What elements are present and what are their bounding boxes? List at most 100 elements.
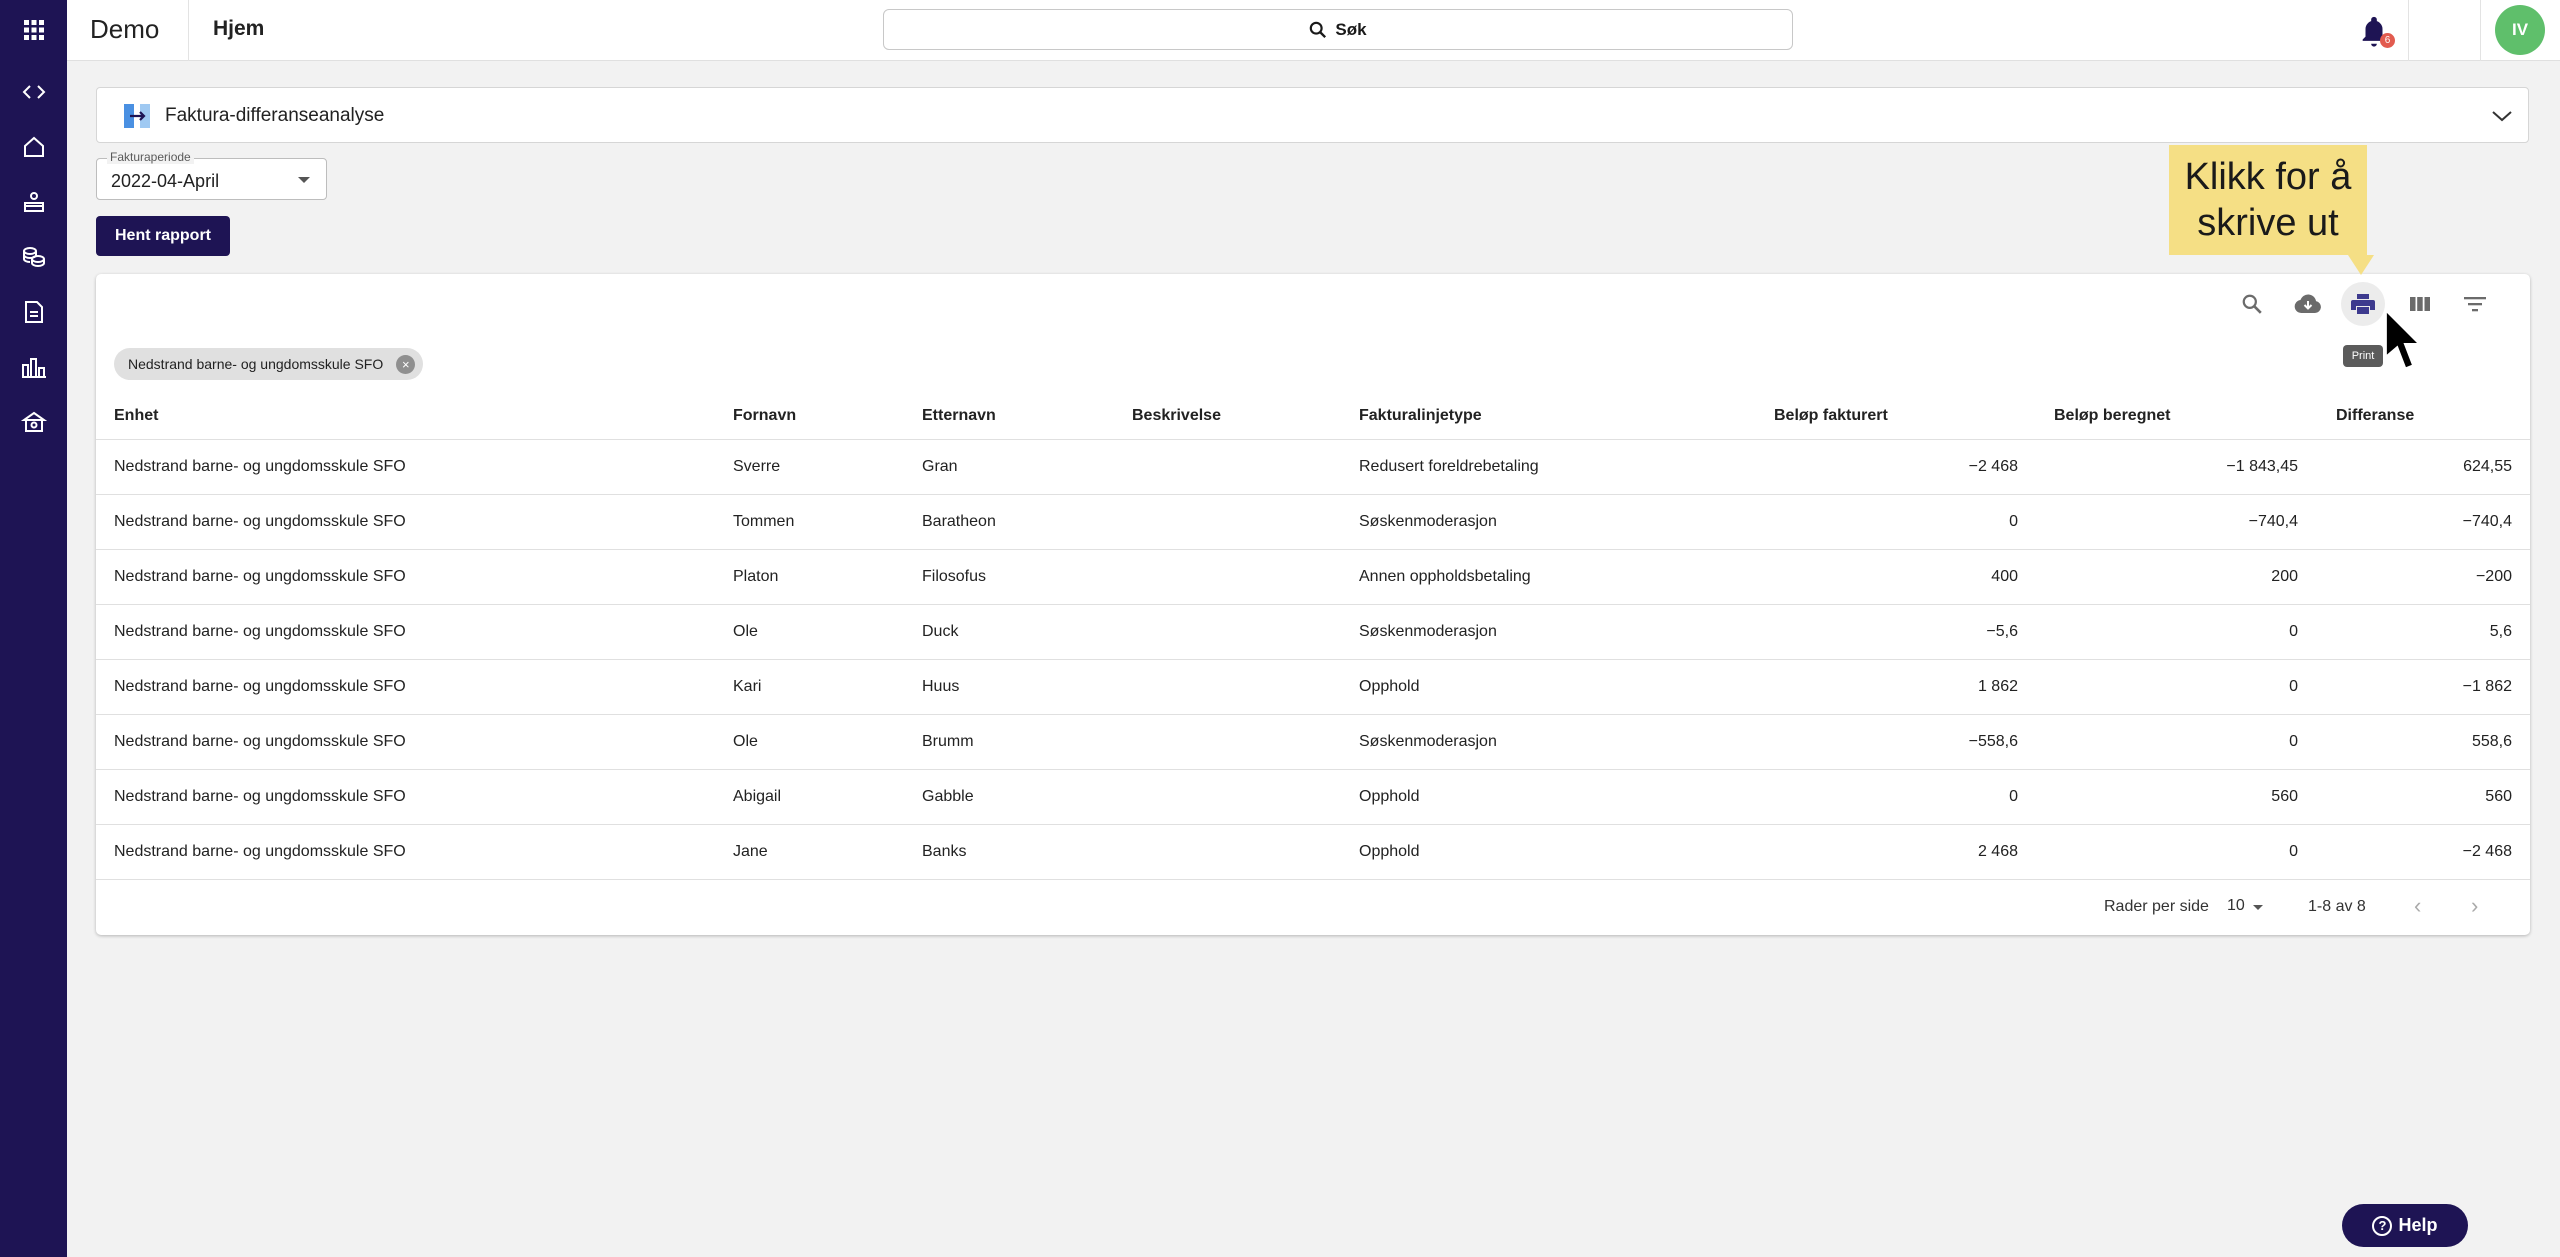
get-report-button[interactable]: Hent rapport (96, 216, 230, 256)
cell-fakturalinjetype: Søskenmoderasjon (1359, 513, 1497, 530)
search-label: Søk (1335, 19, 1367, 39)
cell-belop-fakturert: 0 (2009, 788, 2018, 805)
column-header-enhet[interactable]: Enhet (114, 407, 158, 425)
cell-etternavn: Brumm (922, 733, 974, 750)
cell-enhet: Nedstrand barne- og ungdomsskule SFO (114, 568, 406, 585)
coins-icon[interactable] (0, 232, 67, 282)
table-row[interactable]: Nedstrand barne- og ungdomsskule SFO Abi… (96, 770, 2530, 825)
cell-fakturalinjetype: Annen oppholdsbetaling (1359, 568, 1531, 585)
invoice-diff-icon (124, 104, 150, 128)
column-header-fornavn[interactable]: Fornavn (733, 407, 796, 425)
question-icon: ? (2372, 1215, 2393, 1236)
cell-fakturalinjetype: Opphold (1359, 843, 1420, 860)
cell-differanse: −2 468 (2462, 843, 2512, 860)
prev-page-icon[interactable]: ‹ (2414, 893, 2421, 919)
help-button[interactable]: ? Help (2342, 1204, 2468, 1247)
cell-differanse: −740,4 (2462, 513, 2512, 530)
table-row[interactable]: Nedstrand barne- og ungdomsskule SFO Ole… (96, 715, 2530, 770)
cell-belop-fakturert: 1 862 (1977, 678, 2018, 695)
column-header-etternavn[interactable]: Etternavn (922, 407, 996, 425)
cell-fakturalinjetype: Søskenmoderasjon (1359, 623, 1497, 640)
search-input[interactable]: Søk (883, 9, 1793, 50)
avatar[interactable]: IV (2495, 5, 2545, 55)
report-accordion[interactable]: Faktura-differanseanalyse (96, 87, 2529, 143)
cell-differanse: 5,6 (2489, 623, 2512, 640)
cell-belop-beregnet: −1 843,45 (2226, 458, 2298, 475)
column-header-fakturalinjetype[interactable]: Fakturalinjetype (1359, 407, 1482, 425)
chevron-down-icon[interactable] (2490, 104, 2514, 128)
column-header-differanse[interactable]: Differanse (2336, 407, 2414, 425)
cell-etternavn: Huus (922, 678, 960, 695)
table-row[interactable]: Nedstrand barne- og ungdomsskule SFO Sve… (96, 440, 2530, 495)
filter-icon[interactable] (2453, 282, 2497, 326)
callout-tail (2348, 255, 2374, 275)
mouse-pointer-icon (2384, 308, 2420, 371)
cell-enhet: Nedstrand barne- og ungdomsskule SFO (114, 623, 406, 640)
filter-chip[interactable]: Nedstrand barne- og ungdomsskule SFO × (114, 348, 424, 380)
person-desk-icon[interactable] (0, 177, 67, 227)
table-row[interactable]: Nedstrand barne- og ungdomsskule SFO Kar… (96, 660, 2530, 715)
column-header-belop-beregnet[interactable]: Beløp beregnet (2054, 407, 2170, 425)
cell-etternavn: Baratheon (922, 513, 996, 530)
document-icon[interactable] (0, 287, 67, 337)
cell-fakturalinjetype: Søskenmoderasjon (1359, 733, 1497, 750)
cell-differanse: −200 (2475, 568, 2512, 585)
search-icon (1310, 21, 1327, 38)
cell-enhet: Nedstrand barne- og ungdomsskule SFO (114, 678, 406, 695)
page-title[interactable]: Hjem (213, 17, 264, 41)
left-rail (0, 0, 67, 1257)
top-bar: Demo Hjem Søk (67, 0, 2560, 61)
cell-fornavn: Kari (733, 678, 762, 695)
cell-etternavn: Filosofus (922, 568, 987, 585)
home-icon[interactable] (0, 122, 67, 172)
cell-enhet: Nedstrand barne- og ungdomsskule SFO (114, 733, 406, 750)
rows-per-page-select[interactable]: 10 (2227, 897, 2245, 915)
header-divider (188, 0, 189, 61)
cell-belop-beregnet: 0 (2289, 623, 2298, 640)
filter-chip-label: Nedstrand barne- og ungdomsskule SFO (128, 356, 384, 372)
table-row[interactable]: Nedstrand barne- og ungdomsskule SFO Ole… (96, 605, 2530, 660)
apps-grid-icon[interactable] (0, 5, 67, 55)
report-title: Faktura-differanseanalyse (165, 105, 385, 126)
table-row[interactable]: Nedstrand barne- og ungdomsskule SFO Tom… (96, 495, 2530, 550)
caret-down-icon[interactable] (2253, 905, 2263, 910)
cell-etternavn: Banks (922, 843, 967, 860)
bar-chart-icon[interactable] (0, 342, 67, 392)
cell-differanse: −1 862 (2462, 678, 2512, 695)
callout-line-2: skrive ut (2197, 202, 2339, 244)
school-icon[interactable] (0, 397, 67, 447)
app-title[interactable]: Demo (90, 14, 159, 45)
print-icon[interactable] (2341, 282, 2385, 326)
cell-belop-beregnet: 560 (2271, 788, 2298, 805)
cell-enhet: Nedstrand barne- og ungdomsskule SFO (114, 843, 406, 860)
cell-fornavn: Ole (733, 623, 758, 640)
cell-differanse: 558,6 (2471, 733, 2512, 750)
column-header-belop-fakturert[interactable]: Beløp fakturert (1774, 407, 1888, 425)
cell-fornavn: Sverre (733, 458, 781, 475)
cell-belop-fakturert: 400 (1991, 568, 2018, 585)
cell-etternavn: Gabble (922, 788, 974, 805)
print-tooltip: Print (2343, 345, 2383, 367)
cell-belop-fakturert: −2 468 (1968, 458, 2018, 475)
period-select[interactable]: Fakturaperiode 2022-04-April (96, 150, 327, 200)
cell-fakturalinjetype: Redusert foreldrebetaling (1359, 458, 1539, 475)
table-row[interactable]: Nedstrand barne- og ungdomsskule SFO Jan… (96, 825, 2530, 880)
table-header: Enhet Fornavn Etternavn Beskrivelse Fakt… (96, 390, 2530, 440)
period-label: Fakturaperiode (107, 150, 194, 164)
pagination: Rader per side 10 1-8 av 8 ‹ › (96, 879, 2530, 935)
notification-badge: 6 (2380, 33, 2395, 48)
cell-enhet: Nedstrand barne- og ungdomsskule SFO (114, 458, 406, 475)
search-tool-icon[interactable] (2230, 282, 2274, 326)
cell-etternavn: Duck (922, 623, 959, 640)
table-row[interactable]: Nedstrand barne- og ungdomsskule SFO Pla… (96, 550, 2530, 605)
cell-fornavn: Tommen (733, 513, 795, 530)
chip-remove-icon[interactable]: × (396, 355, 416, 374)
column-header-beskrivelse[interactable]: Beskrivelse (1132, 407, 1221, 425)
expand-code-icon[interactable] (0, 67, 67, 117)
cell-belop-beregnet: 200 (2271, 568, 2298, 585)
cell-fakturalinjetype: Opphold (1359, 788, 1420, 805)
header-divider (2408, 0, 2409, 61)
cell-etternavn: Gran (922, 458, 958, 475)
next-page-icon[interactable]: › (2471, 893, 2478, 919)
cloud-download-icon[interactable] (2286, 282, 2330, 326)
